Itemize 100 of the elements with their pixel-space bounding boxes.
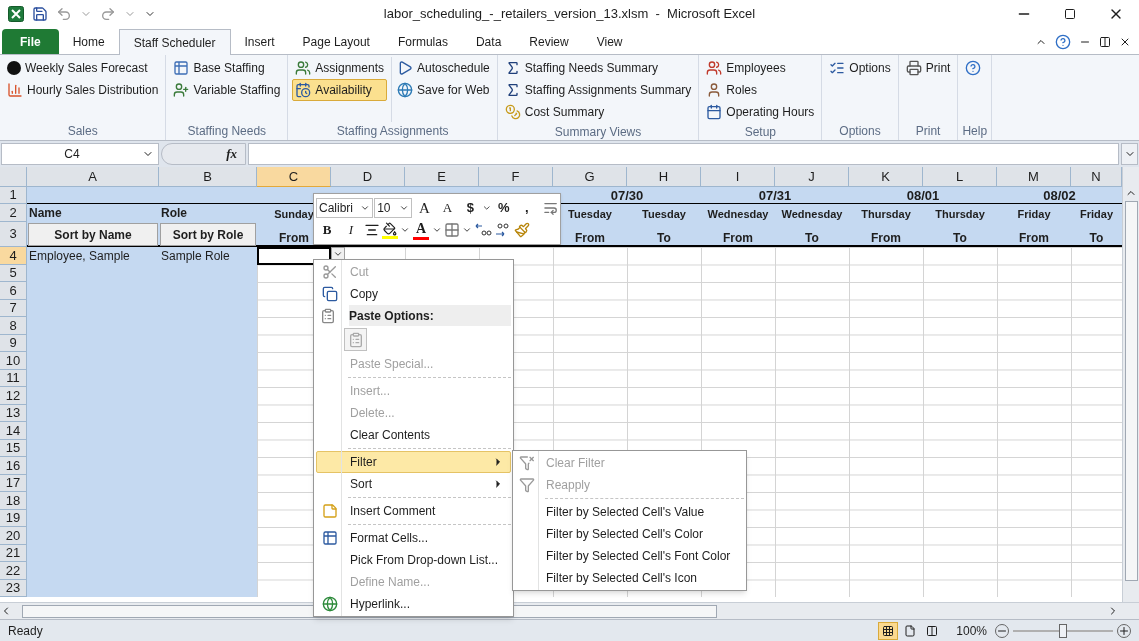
row-header[interactable]: 16: [0, 457, 27, 475]
row-header[interactable]: 22: [0, 562, 27, 580]
row-header[interactable]: 1: [0, 187, 27, 204]
menu-item[interactable]: Sort: [316, 473, 511, 495]
column-header[interactable]: A: [27, 167, 159, 187]
ribbon-button[interactable]: Print: [902, 57, 954, 79]
ribbon-button[interactable]: Variable Staffing: [170, 79, 284, 101]
increase-decimal-icon[interactable]: [474, 222, 492, 238]
ribbon-tab[interactable]: Formulas: [383, 29, 462, 54]
caret-icon[interactable]: [482, 203, 492, 213]
ribbon-tab[interactable]: Staff Scheduler: [118, 29, 231, 55]
column-header[interactable]: J: [775, 167, 849, 187]
menu-item[interactable]: Filter by Selected Cell's Font Color: [515, 545, 744, 567]
column-header[interactable]: C: [257, 167, 331, 187]
view-button[interactable]: [878, 621, 899, 640]
format-painter-icon[interactable]: [514, 222, 530, 238]
column-header[interactable]: D: [331, 167, 405, 187]
ribbon-button[interactable]: Autoschedule: [394, 57, 493, 79]
row-header[interactable]: 6: [0, 282, 27, 300]
column-header[interactable]: B: [159, 167, 257, 187]
ribbon-button[interactable]: Employees: [703, 57, 818, 79]
menu-item[interactable]: Hyperlink...: [316, 593, 511, 615]
column-header[interactable]: G: [553, 167, 627, 187]
ribbon-tab[interactable]: Review: [515, 29, 583, 54]
ribbon-tab[interactable]: Data: [461, 29, 516, 54]
menu-item[interactable]: Filter: [316, 451, 511, 473]
close-icon[interactable]: [1119, 36, 1131, 48]
row-header[interactable]: 8: [0, 317, 27, 335]
grow-font-button[interactable]: A: [413, 197, 436, 219]
expand-button[interactable]: [1121, 143, 1138, 165]
ribbon-button[interactable]: Operating Hours: [703, 101, 818, 123]
column-header[interactable]: E: [405, 167, 479, 187]
menu-item[interactable]: Insert Comment: [316, 500, 511, 522]
ribbon-button[interactable]: Roles: [703, 79, 818, 101]
menu-item[interactable]: Filter by Selected Cell's Color: [515, 523, 744, 545]
ribbon-button[interactable]: Staffing Needs Summary: [501, 57, 695, 79]
ribbon-tab[interactable]: Page Layout: [288, 29, 384, 54]
name-box[interactable]: C4: [1, 143, 159, 165]
column-header[interactable]: F: [479, 167, 553, 187]
percent-button[interactable]: %: [492, 197, 515, 219]
sort-button[interactable]: Sort by Name: [28, 223, 158, 246]
maximize-icon[interactable]: [1064, 8, 1076, 20]
ribbon-button[interactable]: Staffing Assignments Summary: [501, 79, 695, 101]
menu-item[interactable]: Pick From Drop-down List...: [316, 549, 511, 571]
row-header[interactable]: 3: [0, 222, 27, 247]
function-button[interactable]: fx: [226, 144, 237, 164]
menu-item[interactable]: Filter by Selected Cell's Value: [515, 501, 744, 523]
menu-item[interactable]: Format Cells...: [316, 527, 511, 549]
column-header[interactable]: L: [923, 167, 997, 187]
ribbon-button[interactable]: Options: [826, 57, 894, 79]
undo-icon[interactable]: [56, 6, 72, 22]
ribbon-tab[interactable]: View: [582, 29, 637, 54]
ribbon-button[interactable]: Cost Summary: [501, 101, 695, 123]
row-header[interactable]: 2: [0, 204, 27, 222]
ribbon-button[interactable]: Save for Web: [394, 79, 493, 101]
formula-input[interactable]: [248, 143, 1119, 165]
column-header[interactable]: M: [997, 167, 1071, 187]
font-size-field[interactable]: 10: [374, 198, 413, 218]
redo-icon[interactable]: [100, 6, 116, 22]
menu-item[interactable]: Filter by Selected Cell's Icon: [515, 567, 744, 589]
column-header[interactable]: N: [1071, 167, 1122, 187]
fill-color-icon[interactable]: [382, 221, 398, 239]
bold-button[interactable]: B: [316, 219, 338, 241]
comma-button[interactable]: ,: [515, 197, 538, 219]
ribbon-tab[interactable]: Home: [58, 29, 119, 54]
caret-icon[interactable]: [462, 225, 472, 235]
ribbon-button[interactable]: Weekly Sales Forecast: [4, 57, 162, 79]
ribbon-button[interactable]: Hourly Sales Distribution: [4, 79, 162, 101]
row-header[interactable]: 20: [0, 527, 27, 545]
row-header[interactable]: 12: [0, 387, 27, 405]
merge-icon[interactable]: [542, 200, 558, 216]
column-header[interactable]: I: [701, 167, 775, 187]
row-header[interactable]: 18: [0, 492, 27, 510]
shrink-font-button[interactable]: A: [436, 197, 459, 219]
paste-button[interactable]: [344, 328, 367, 351]
align-center-icon[interactable]: [364, 222, 380, 238]
ribbon-button[interactable]: Assignments: [292, 57, 388, 79]
ribbon-button[interactable]: Availability: [292, 79, 388, 101]
row-header[interactable]: 14: [0, 422, 27, 440]
font-color-button[interactable]: A: [412, 220, 430, 240]
ribbon-button[interactable]: Base Staffing: [170, 57, 284, 79]
vertical-scrollbar[interactable]: [1122, 167, 1139, 602]
column-header[interactable]: H: [627, 167, 701, 187]
row-header[interactable]: 4: [0, 247, 27, 265]
caret-icon[interactable]: [432, 225, 442, 235]
menu-item[interactable]: Copy: [316, 283, 511, 305]
column-header[interactable]: K: [849, 167, 923, 187]
ribbon-tab[interactable]: Insert: [230, 29, 289, 54]
help-icon[interactable]: [1055, 34, 1071, 50]
zoom-slider-thumb[interactable]: [1059, 623, 1067, 638]
font-name-field[interactable]: Calibri: [316, 198, 374, 218]
menu-item[interactable]: Clear Contents: [316, 424, 511, 446]
decrease-decimal-icon[interactable]: [494, 222, 512, 238]
italic-button[interactable]: I: [340, 219, 362, 241]
ribbon-tab[interactable]: File: [2, 29, 59, 54]
sort-button[interactable]: Sort by Role: [160, 223, 256, 246]
row-header[interactable]: 10: [0, 352, 27, 370]
caret-icon[interactable]: [400, 225, 410, 235]
save-icon[interactable]: [32, 6, 48, 22]
currency-button[interactable]: $: [459, 197, 482, 219]
